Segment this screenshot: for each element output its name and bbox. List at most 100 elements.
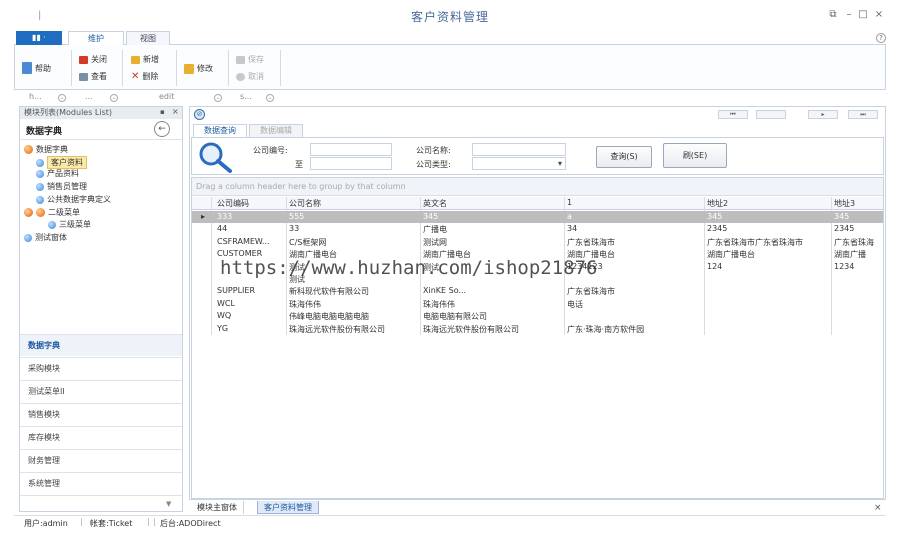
first-record-button[interactable]: ⏮ xyxy=(718,110,748,119)
table-cell[interactable]: 珠海远光软件股份有限公司 xyxy=(289,324,421,335)
table-cell[interactable]: a xyxy=(567,212,705,221)
cancel-button[interactable]: 取消 xyxy=(236,71,264,82)
tree-item[interactable]: 销售员管理 xyxy=(36,181,87,192)
table-cell[interactable]: 124 xyxy=(707,262,832,271)
second-search-button[interactable]: 刷(SE) xyxy=(663,143,727,168)
save-button[interactable]: 保存 xyxy=(236,54,264,65)
prev-record-button[interactable] xyxy=(756,110,786,119)
nav-finance[interactable]: 财务管理 xyxy=(20,449,182,471)
tree-item[interactable]: 公共数据字典定义 xyxy=(36,194,111,205)
view-icon xyxy=(79,72,88,81)
table-cell[interactable]: SUPPLIER xyxy=(217,286,287,295)
view-button[interactable]: 查看 xyxy=(79,71,107,82)
table-cell[interactable]: 34 xyxy=(567,224,705,233)
table-cell[interactable]: 345 xyxy=(834,212,882,221)
close-tab-icon[interactable]: × xyxy=(874,503,882,513)
company-type-select[interactable]: ▾ xyxy=(472,157,566,170)
nav-data-dictionary[interactable]: 数据字典 xyxy=(20,334,182,356)
column-header[interactable]: 公司编码 xyxy=(217,198,287,209)
table-cell[interactable]: 湖南广播 xyxy=(834,249,882,260)
group-by-bar[interactable]: Drag a column header here to group by th… xyxy=(192,178,883,196)
group-expand-icon[interactable]: ⌄ xyxy=(266,92,274,102)
table-cell[interactable]: 44 xyxy=(217,224,287,233)
column-header[interactable]: 公司名称 xyxy=(289,198,421,209)
back-arrow-icon[interactable]: ← xyxy=(154,121,170,137)
table-cell[interactable]: 33 xyxy=(289,224,421,233)
column-header[interactable]: 1 xyxy=(567,198,705,207)
table-cell[interactable]: 广东省珠海 xyxy=(834,237,882,248)
table-cell[interactable]: 珠海伟伟 xyxy=(423,299,565,310)
table-cell[interactable]: 2345 xyxy=(834,224,882,233)
nav-inventory[interactable]: 库存模块 xyxy=(20,426,182,448)
restore-icon[interactable]: ⧉ xyxy=(826,9,840,20)
tab-customer-management[interactable]: 客户资料管理 xyxy=(257,501,319,514)
group-expand-icon[interactable]: ⌄ xyxy=(110,92,118,102)
table-cell[interactable]: 广东省珠海市广东省珠海市 xyxy=(707,237,832,248)
form-icon: ⊘ xyxy=(194,109,205,120)
tab-view[interactable]: 视图 xyxy=(126,31,170,45)
tab-data-edit[interactable]: 数据编辑 xyxy=(249,124,303,137)
pin-icon[interactable]: ▪ xyxy=(160,108,165,116)
table-cell[interactable]: 555 xyxy=(289,212,421,221)
table-cell[interactable]: C/S框架网 xyxy=(289,237,421,248)
tab-maintain[interactable]: 维护 xyxy=(68,31,124,46)
file-menu-tab[interactable]: ▮▮ · xyxy=(16,31,62,45)
delete-button[interactable]: ✕ 删除 xyxy=(131,71,158,82)
tree-item[interactable]: 产品资料 xyxy=(36,168,79,179)
table-cell[interactable]: 1234 xyxy=(834,262,882,271)
panel-close-icon[interactable]: × xyxy=(172,107,179,116)
table-cell[interactable]: 2345 xyxy=(707,224,832,233)
table-cell[interactable]: 广东省珠海市 xyxy=(567,286,705,297)
close-button[interactable]: × xyxy=(872,9,886,20)
minimize-button[interactable]: – xyxy=(842,9,856,20)
table-cell[interactable]: XinKE So... xyxy=(423,286,565,295)
tree-item[interactable]: 数据字典 xyxy=(24,144,68,155)
tab-data-query[interactable]: 数据查询 xyxy=(193,124,247,137)
company-code-from-input[interactable] xyxy=(310,143,392,156)
close-record-button[interactable]: 关闭 xyxy=(79,54,107,65)
table-cell[interactable]: 新科现代软件有限公司 xyxy=(289,286,421,297)
tree-item[interactable]: 三级菜单 xyxy=(48,219,91,230)
edit-button[interactable]: 修改 xyxy=(184,63,213,74)
expand-icon[interactable]: - xyxy=(24,208,33,217)
table-cell[interactable]: 湖南广播电台 xyxy=(707,249,832,260)
nav-test-menu[interactable]: 测试菜单II xyxy=(20,380,182,402)
table-cell[interactable]: 广播电 xyxy=(423,224,565,235)
chevron-down-icon[interactable]: ▼ xyxy=(166,500,171,508)
group-expand-icon[interactable]: ⌄ xyxy=(214,92,222,102)
next-record-button[interactable]: ▸ xyxy=(808,110,838,119)
table-cell[interactable]: YG xyxy=(217,324,287,333)
table-cell[interactable]: 测试网 xyxy=(423,237,565,248)
nav-purchase[interactable]: 采购模块 xyxy=(20,357,182,379)
table-cell[interactable]: WCL xyxy=(217,299,287,308)
tree-item[interactable]: 测试窗体 xyxy=(24,232,67,243)
table-cell[interactable]: 广东·珠海·南方软件园 xyxy=(567,324,705,335)
tab-module-main-form[interactable]: 模块主窗体 xyxy=(191,501,244,514)
group-expand-icon[interactable]: ⌄ xyxy=(58,92,66,102)
column-header[interactable]: 英文名 xyxy=(423,198,565,209)
table-cell[interactable]: 电话 xyxy=(567,299,705,310)
table-cell[interactable]: 电脑电脑有限公司 xyxy=(423,311,565,322)
table-cell[interactable]: 333 xyxy=(217,212,287,221)
company-code-to-input[interactable] xyxy=(310,157,392,170)
column-header[interactable]: 地址3 xyxy=(834,198,882,209)
help-icon[interactable]: ? xyxy=(876,33,886,43)
table-cell[interactable]: 珠海伟伟 xyxy=(289,299,421,310)
table-cell[interactable]: 345 xyxy=(423,212,565,221)
table-cell[interactable]: 345 xyxy=(707,212,832,221)
query-button[interactable]: 查询(S) xyxy=(596,146,652,168)
company-name-input[interactable] xyxy=(472,143,566,156)
table-cell[interactable]: 珠海远光软件股份有限公司 xyxy=(423,324,565,335)
table-cell[interactable]: WQ xyxy=(217,311,287,320)
maximize-button[interactable]: □ xyxy=(856,9,870,20)
nav-sales[interactable]: 销售模块 xyxy=(20,403,182,425)
column-header[interactable]: 地址2 xyxy=(707,198,832,209)
nav-system[interactable]: 系统管理 xyxy=(20,472,182,494)
table-cell[interactable]: CSFRAMEW... xyxy=(217,237,287,246)
table-cell[interactable]: 伟峰电脑电脑电脑电脑 xyxy=(289,311,421,322)
help-button[interactable]: 帮助 xyxy=(22,62,51,74)
table-cell[interactable]: 广东省珠海市 xyxy=(567,237,705,248)
last-record-button[interactable]: ⏭ xyxy=(848,110,878,119)
add-button[interactable]: 新增 xyxy=(131,54,159,65)
tree-item[interactable]: - 二级菜单 xyxy=(24,207,80,218)
